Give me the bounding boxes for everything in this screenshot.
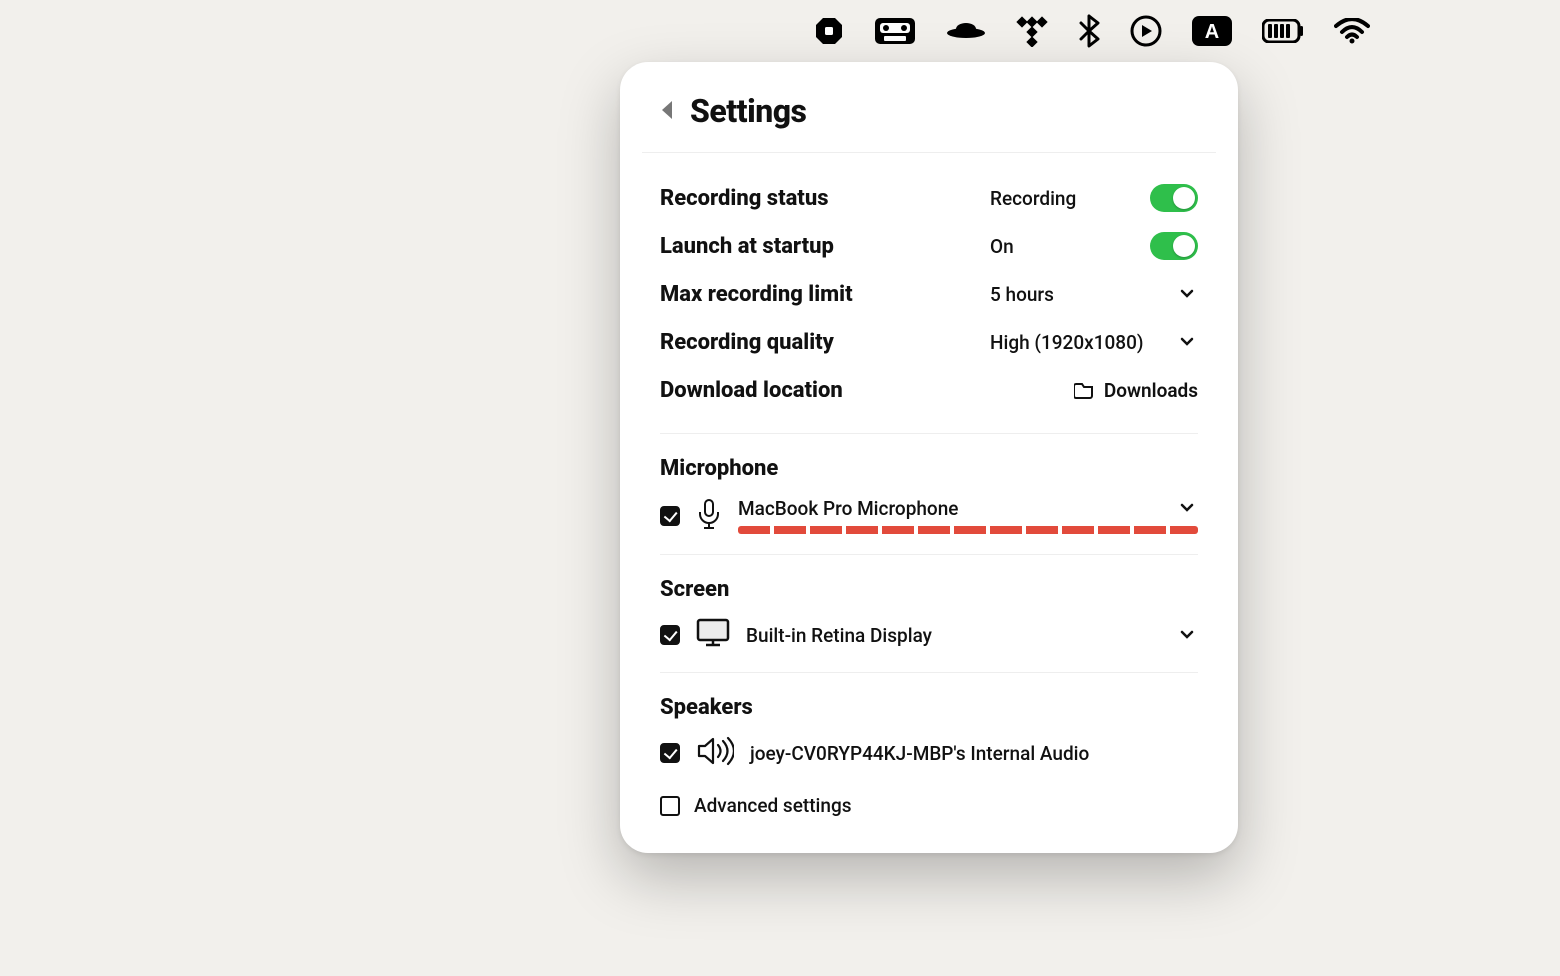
launch-startup-label: Launch at startup xyxy=(660,234,990,259)
advanced-settings-label: Advanced settings xyxy=(694,794,852,817)
screen-row: Built-in Retina Display xyxy=(642,612,1216,658)
microphone-chevron[interactable] xyxy=(1176,497,1198,520)
advanced-settings-checkbox[interactable] xyxy=(660,796,680,816)
microphone-checkbox[interactable] xyxy=(660,506,680,526)
advanced-settings-row[interactable]: Advanced settings xyxy=(642,776,1216,823)
back-icon xyxy=(660,99,674,121)
recording-quality-chevron[interactable] xyxy=(1176,331,1198,354)
folder-icon xyxy=(1074,381,1094,399)
tidal-icon[interactable] xyxy=(1016,15,1048,47)
speakers-row: joey-CV0RYP44KJ-MBP's Internal Audio xyxy=(642,730,1216,776)
wifi-icon[interactable] xyxy=(1334,18,1370,44)
recording-status-row: Recording status Recording xyxy=(660,175,1198,221)
recording-quality-row: Recording quality High (1920x1080) xyxy=(660,319,1198,365)
recording-status-toggle[interactable] xyxy=(1150,184,1198,212)
max-recording-limit-chevron[interactable] xyxy=(1176,283,1198,306)
microphone-icon xyxy=(696,498,722,534)
download-location-value: Downloads xyxy=(1104,379,1198,402)
screen-checkbox[interactable] xyxy=(660,625,680,645)
max-recording-limit-select[interactable]: 5 hours xyxy=(990,283,1198,306)
svg-text:A: A xyxy=(1205,21,1219,43)
back-button[interactable] xyxy=(660,99,674,124)
general-settings: Recording status Recording Launch at sta… xyxy=(642,153,1216,434)
input-source-icon[interactable]: A xyxy=(1192,16,1232,46)
screen-device-name: Built-in Retina Display xyxy=(746,624,932,647)
speakers-select[interactable]: joey-CV0RYP44KJ-MBP's Internal Audio xyxy=(750,742,1198,765)
monitor-icon xyxy=(696,618,730,652)
stop-icon[interactable] xyxy=(814,16,844,46)
microphone-heading: Microphone xyxy=(642,434,1216,491)
download-location-row: Download location Downloads xyxy=(660,367,1198,413)
screen-select[interactable]: Built-in Retina Display xyxy=(746,624,1198,647)
recording-quality-select[interactable]: High (1920x1080) xyxy=(990,331,1198,354)
battery-icon[interactable] xyxy=(1262,19,1304,43)
panel-header: Settings xyxy=(642,92,1216,153)
microphone-row: MacBook Pro Microphone xyxy=(642,491,1216,540)
microphone-select[interactable]: MacBook Pro Microphone xyxy=(738,497,1198,520)
download-location-label: Download location xyxy=(660,378,990,403)
ufo-icon[interactable] xyxy=(946,20,986,42)
launch-startup-row: Launch at startup On xyxy=(660,223,1198,269)
max-recording-limit-label: Max recording limit xyxy=(660,282,990,307)
speakers-device-name: joey-CV0RYP44KJ-MBP's Internal Audio xyxy=(750,742,1089,765)
download-location-button[interactable]: Downloads xyxy=(1074,379,1198,402)
launch-startup-value: On xyxy=(990,235,1014,258)
menubar: A xyxy=(814,14,1370,48)
speaker-icon xyxy=(696,736,734,770)
recording-status-label: Recording status xyxy=(660,186,990,211)
microphone-device-name: MacBook Pro Microphone xyxy=(738,497,958,520)
speakers-checkbox[interactable] xyxy=(660,743,680,763)
page-title: Settings xyxy=(690,92,806,130)
recording-quality-label: Recording quality xyxy=(660,330,990,355)
chevron-down-icon xyxy=(1180,289,1194,299)
chevron-down-icon xyxy=(1180,503,1194,513)
microphone-level-meter xyxy=(738,526,1198,534)
speakers-heading: Speakers xyxy=(642,673,1216,730)
bluetooth-icon[interactable] xyxy=(1078,14,1100,48)
play-circle-icon[interactable] xyxy=(1130,15,1162,47)
recording-status-value: Recording xyxy=(990,187,1076,210)
max-recording-limit-value: 5 hours xyxy=(990,283,1054,306)
launch-startup-toggle[interactable] xyxy=(1150,232,1198,260)
screen-heading: Screen xyxy=(642,555,1216,612)
settings-panel: Settings Recording status Recording Laun… xyxy=(620,62,1238,853)
chevron-down-icon xyxy=(1180,630,1194,640)
screen-chevron[interactable] xyxy=(1176,624,1198,647)
max-recording-limit-row: Max recording limit 5 hours xyxy=(660,271,1198,317)
recording-quality-value: High (1920x1080) xyxy=(990,331,1144,354)
cassette-icon[interactable] xyxy=(874,16,916,46)
chevron-down-icon xyxy=(1180,337,1194,347)
